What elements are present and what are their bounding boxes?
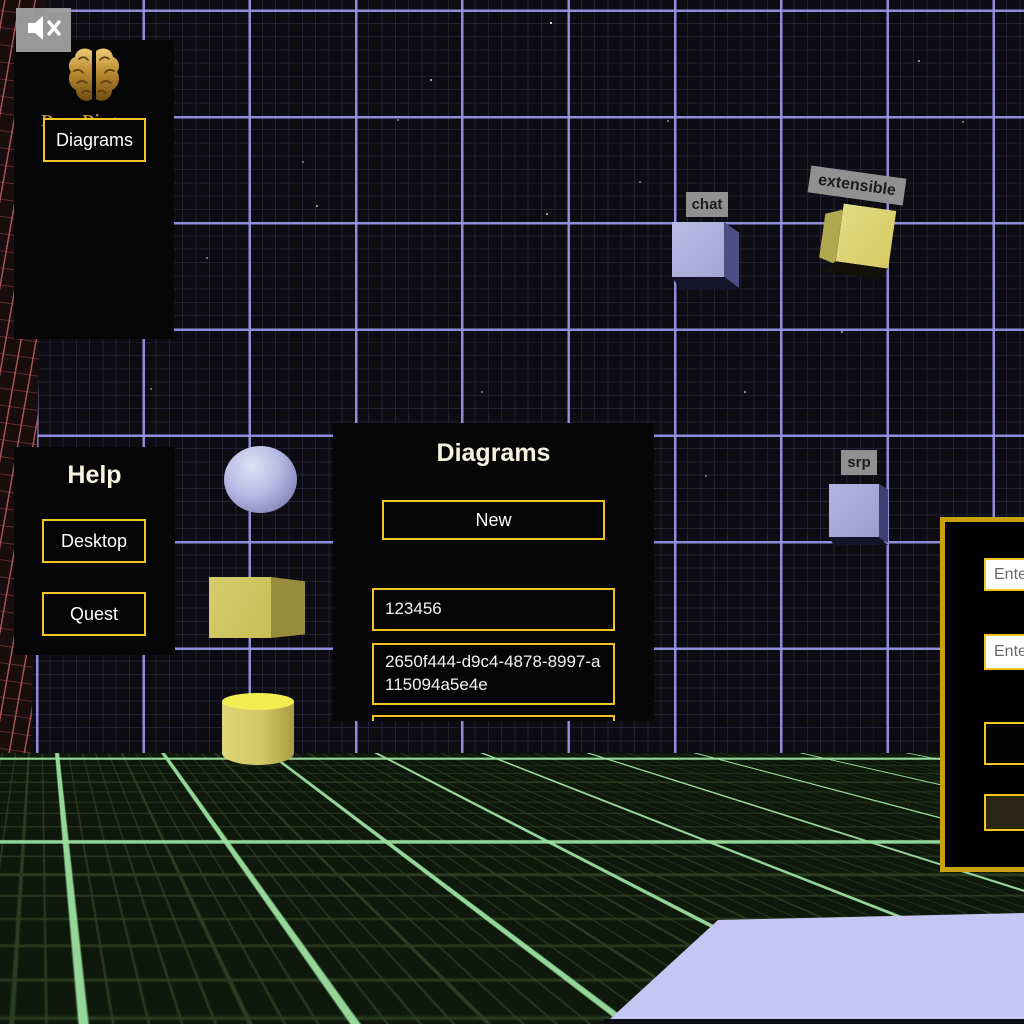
help-title: Help bbox=[14, 461, 175, 490]
text-input-field[interactable]: Enter bbox=[984, 634, 1024, 670]
new-diagram-button[interactable]: New bbox=[382, 500, 605, 540]
panel-button-olive[interactable] bbox=[984, 794, 1024, 831]
text-input-field[interactable]: Enter bbox=[984, 558, 1024, 591]
yellow-cylinder-node[interactable] bbox=[222, 701, 294, 765]
mute-button[interactable] bbox=[16, 8, 71, 52]
yellow-cube-node[interactable] bbox=[209, 577, 305, 639]
srp-cube-node[interactable] bbox=[829, 484, 888, 546]
diagrams-menu-button[interactable]: Diagrams bbox=[43, 118, 146, 162]
help-panel: Help Desktop Quest bbox=[14, 447, 175, 655]
lavender-plane-edge bbox=[604, 1019, 1024, 1024]
brand-panel: Deep Diagram DESIGNER Diagrams bbox=[14, 40, 174, 339]
vr-scene: chat extensible srp bbox=[0, 0, 1024, 1024]
muted-speaker-icon bbox=[26, 14, 62, 47]
diagram-list-item[interactable]: 2650f444-d9c4-4878-8997-a115094a5e4e bbox=[372, 643, 615, 705]
diagram-list-item[interactable]: 123456 bbox=[372, 588, 615, 631]
gold-brain-logo-icon bbox=[65, 45, 123, 112]
chat-label: chat bbox=[686, 192, 728, 217]
diagram-list-item-clipped[interactable] bbox=[372, 715, 615, 721]
quest-help-button[interactable]: Quest bbox=[42, 592, 146, 636]
chat-cube-node[interactable] bbox=[672, 222, 739, 290]
properties-panel: Enter Enter bbox=[940, 517, 1024, 872]
panel-button-dark[interactable] bbox=[984, 722, 1024, 765]
extensible-cube-node[interactable] bbox=[814, 191, 901, 287]
lavender-sphere-node[interactable] bbox=[224, 446, 297, 513]
srp-label: srp bbox=[841, 450, 877, 475]
desktop-help-button[interactable]: Desktop bbox=[42, 519, 146, 563]
yellow-cylinder-top bbox=[222, 693, 294, 710]
diagrams-panel-title: Diagrams bbox=[333, 439, 654, 468]
diagrams-panel: Diagrams New 123456 2650f444-d9c4-4878-8… bbox=[333, 423, 654, 721]
